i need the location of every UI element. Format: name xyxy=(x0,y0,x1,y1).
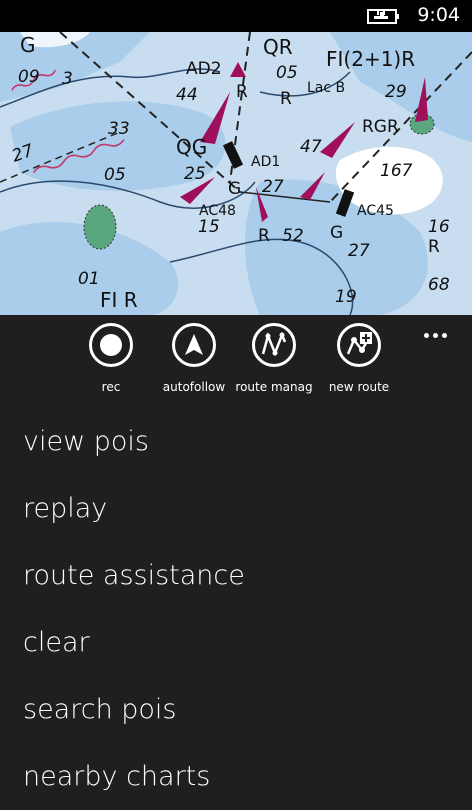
autofollow-label: autofollow xyxy=(162,380,226,394)
svg-text:09: 09 xyxy=(18,67,40,87)
svg-text:FI(2+1)R: FI(2+1)R xyxy=(326,47,415,71)
svg-text:R: R xyxy=(236,82,248,102)
menu-item-view-pois[interactable]: view pois xyxy=(0,408,472,475)
route-manager-label: route manag xyxy=(235,380,313,394)
menu-item-route-assistance[interactable]: route assistance xyxy=(0,542,472,609)
svg-text:05: 05 xyxy=(104,165,126,185)
new-route-icon xyxy=(337,323,381,367)
svg-text:33: 33 xyxy=(108,119,130,139)
svg-text:R: R xyxy=(428,237,440,257)
svg-text:25: 25 xyxy=(184,164,206,184)
svg-text:FI R: FI R xyxy=(100,288,138,312)
chart-canvas[interactable]: G 09 3 QR FI(2+1)R 29 AD2 44 R 05 R Lac … xyxy=(0,32,472,315)
menu-item-nearby-charts[interactable]: nearby charts xyxy=(0,743,472,810)
application-bar: rec autofollow route manag new route xyxy=(0,315,472,405)
battery-charging-icon xyxy=(367,9,399,24)
overflow-menu: view pois replay route assistance clear … xyxy=(0,408,472,810)
new-route-button[interactable]: new route xyxy=(316,323,402,394)
menu-item-search-pois[interactable]: search pois xyxy=(0,676,472,743)
svg-text:27: 27 xyxy=(348,241,370,261)
svg-text:AD2: AD2 xyxy=(186,59,222,79)
record-icon xyxy=(89,323,133,367)
svg-text:167: 167 xyxy=(380,161,413,181)
ellipsis-icon[interactable] xyxy=(418,327,454,345)
svg-text:27: 27 xyxy=(262,177,284,197)
svg-text:05: 05 xyxy=(276,63,298,83)
rec-button[interactable]: rec xyxy=(68,323,154,394)
svg-text:AD1: AD1 xyxy=(251,154,280,170)
svg-text:52: 52 xyxy=(282,226,304,246)
svg-text:AC45: AC45 xyxy=(357,203,394,219)
svg-text:01: 01 xyxy=(78,269,100,289)
svg-text:16: 16 xyxy=(428,217,450,237)
svg-text:QR: QR xyxy=(263,35,293,59)
new-route-label: new route xyxy=(328,380,390,394)
clock: 9:04 xyxy=(417,4,460,26)
nautical-chart-map[interactable]: G 09 3 QR FI(2+1)R 29 AD2 44 R 05 R Lac … xyxy=(0,32,472,315)
navigation-arrow-icon xyxy=(172,323,216,367)
svg-text:G: G xyxy=(330,223,343,243)
svg-text:RGR: RGR xyxy=(362,117,399,137)
svg-text:3: 3 xyxy=(62,69,73,89)
autofollow-button[interactable]: autofollow xyxy=(151,323,237,394)
svg-text:QG: QG xyxy=(176,135,207,159)
rec-label: rec xyxy=(101,380,121,394)
route-manager-icon xyxy=(252,323,296,367)
svg-text:R: R xyxy=(258,226,270,246)
svg-text:15: 15 xyxy=(198,217,220,237)
svg-text:44: 44 xyxy=(176,85,198,105)
svg-text:47: 47 xyxy=(300,137,322,157)
route-manager-button[interactable]: route manag xyxy=(234,323,314,394)
status-bar: 9:04 xyxy=(0,0,472,32)
svg-text:G: G xyxy=(20,33,36,57)
svg-text:29: 29 xyxy=(385,82,407,102)
svg-text:R: R xyxy=(280,89,292,109)
menu-item-replay[interactable]: replay xyxy=(0,475,472,542)
svg-text:G: G xyxy=(228,179,241,199)
svg-text:19: 19 xyxy=(335,287,357,307)
svg-text:Lac B: Lac B xyxy=(307,80,345,96)
menu-item-clear[interactable]: clear xyxy=(0,609,472,676)
svg-text:68: 68 xyxy=(428,275,450,295)
